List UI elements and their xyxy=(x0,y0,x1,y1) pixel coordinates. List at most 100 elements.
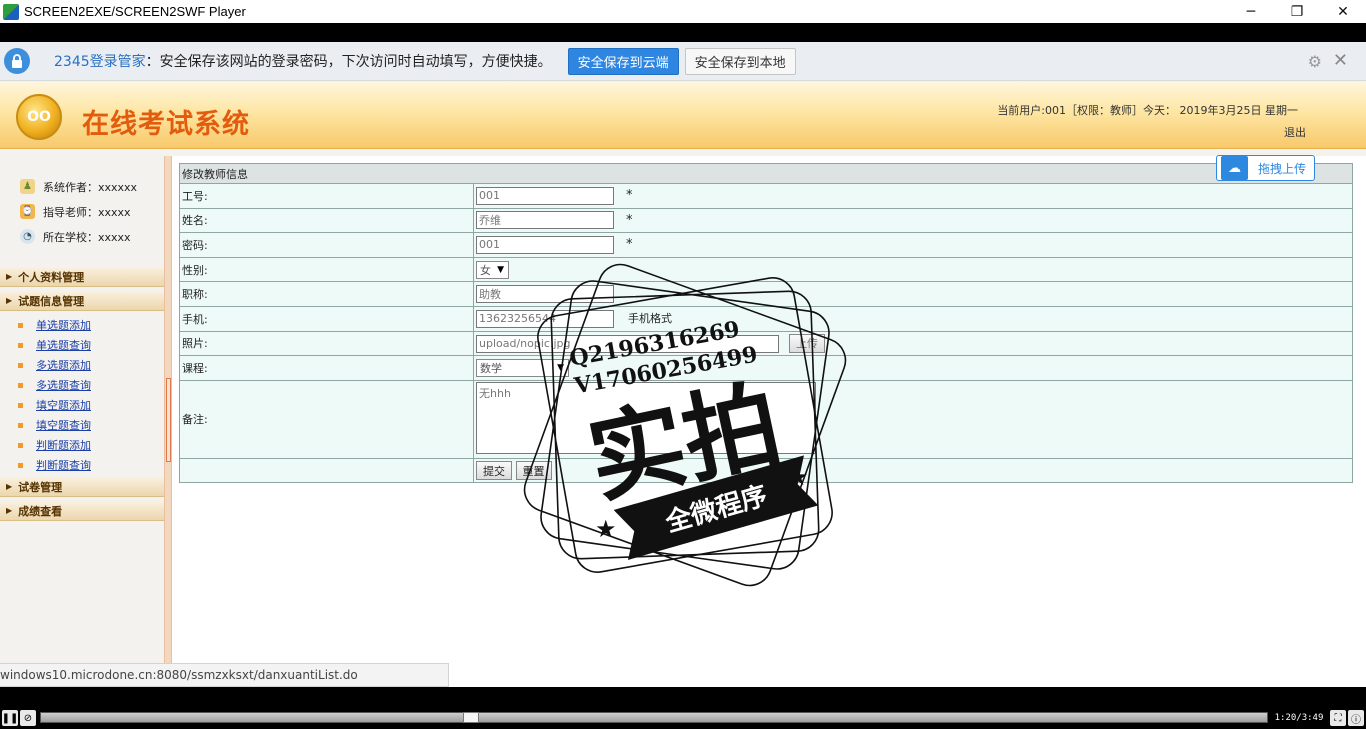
phone-format-hint: 手机格式 xyxy=(628,312,672,326)
reset-button[interactable]: 重置 xyxy=(515,461,552,481)
app-icon xyxy=(3,3,19,20)
course-label: 课程: xyxy=(179,355,474,381)
bullet-icon xyxy=(18,362,23,368)
job-title-label: 职称: xyxy=(179,281,474,307)
form-row-title: 职称: xyxy=(179,281,1353,307)
course-select[interactable]: 数学 ▼ xyxy=(476,358,569,377)
password-manager-bar: 2345登录管家：安全保存该网站的登录密码，下次访问时自动填写，方便快捷。 安全… xyxy=(0,42,1366,81)
upload-button[interactable]: 上传 xyxy=(789,333,825,353)
menu-link[interactable]: 判断题添加 xyxy=(36,437,91,453)
teacher-edit-form: 修改教师信息 工号: * 姓名: * 密码: * 性别: 女▼ 职称: xyxy=(179,163,1353,484)
menu-link[interactable]: 填空题查询 xyxy=(36,417,91,433)
menu-item-judge-add: 判断题添加 xyxy=(0,435,164,455)
progress-thumb[interactable] xyxy=(463,712,479,723)
maximize-button[interactable]: ❐ xyxy=(1274,0,1320,23)
form-row-gender: 性别: 女 ▼ xyxy=(179,256,1353,283)
form-row-actions: 提交 重置 xyxy=(179,457,1353,484)
drag-upload-button[interactable]: ☁ 拖拽上传 xyxy=(1215,155,1315,181)
id-input[interactable] xyxy=(476,186,614,205)
teacher-label: 指导老师：xxxxx xyxy=(43,205,131,219)
player-controls: ❚❚ ⊘ 1:20/3:49 ⛶ ⓘ xyxy=(0,707,1366,729)
actions-spacer xyxy=(179,457,474,484)
author-icon: ♟ xyxy=(20,179,35,194)
sidebar-splitter[interactable] xyxy=(164,156,172,687)
sidebar-info: ♟ 系统作者：xxxxxx ⌚ 指导老师：xxxxx ◔ 所在学校：xxxxx xyxy=(0,156,164,249)
menu-link[interactable]: 单选题查询 xyxy=(36,337,91,353)
progress-track[interactable] xyxy=(40,712,1268,723)
bullet-icon xyxy=(18,382,23,388)
window-title: SCREEN2EXE/SCREEN2SWF Player xyxy=(24,4,246,19)
window-titlebar: SCREEN2EXE/SCREEN2SWF Player ─ ❐ ✕ xyxy=(0,0,1366,23)
logout-link[interactable]: 退出 xyxy=(1284,124,1306,140)
site-header: OO 在线考试系统 当前用户:001［权限：教师］今天： 2019年3月25日 … xyxy=(0,82,1366,149)
password-bar-message: 2345登录管家：安全保存该网站的登录密码，下次访问时自动填写，方便快捷。 xyxy=(54,51,552,71)
site-logo: OO xyxy=(16,94,62,140)
menu-group-scores[interactable]: ▶ 成绩查看 xyxy=(0,501,164,521)
caret-right-icon: ▶ xyxy=(6,506,13,515)
menu-group-label: 个人资料管理 xyxy=(18,270,85,284)
menu-group-label: 成绩查看 xyxy=(18,504,63,518)
browser-viewport: 2345登录管家：安全保存该网站的登录密码，下次访问时自动填写，方便快捷。 安全… xyxy=(0,42,1366,687)
gender-value: 女 xyxy=(480,263,491,277)
menu-item-multi-add: 多选题添加 xyxy=(0,355,164,375)
menu-group-papers[interactable]: ▶ 试卷管理 xyxy=(0,477,164,497)
menu-link[interactable]: 判断题查询 xyxy=(36,457,91,473)
submit-button[interactable]: 提交 xyxy=(476,461,512,481)
form-caption: 修改教师信息 xyxy=(179,163,1353,184)
current-user-info: 当前用户:001［权限：教师］今天： 2019年3月25日 星期一 xyxy=(997,104,1298,117)
bullet-icon xyxy=(18,462,23,468)
dropdown-arrow-icon: ▼ xyxy=(497,264,504,275)
gender-label: 性别: xyxy=(179,256,474,283)
menu-link[interactable]: 多选题查询 xyxy=(36,377,91,393)
save-to-local-button[interactable]: 安全保存到本地 xyxy=(684,47,796,75)
info-button[interactable]: ⓘ xyxy=(1348,710,1364,726)
site-title: 在线考试系统 xyxy=(82,109,250,140)
menu-link[interactable]: 多选题添加 xyxy=(36,357,91,373)
phone-input[interactable] xyxy=(476,309,614,328)
save-to-cloud-button[interactable]: 安全保存到云端 xyxy=(567,47,679,75)
remark-textarea[interactable]: 无hhh xyxy=(476,381,816,454)
remark-label: 备注: xyxy=(179,379,474,459)
mute-button[interactable]: ⊘ xyxy=(20,710,36,726)
bullet-icon xyxy=(18,402,23,408)
menu-link[interactable]: 单选题添加 xyxy=(36,317,91,333)
course-value: 数学 xyxy=(480,361,502,375)
pause-button[interactable]: ❚❚ xyxy=(2,710,18,726)
menu-group-questions[interactable]: ▶ 试题信息管理 xyxy=(0,291,164,311)
close-button[interactable]: ✕ xyxy=(1320,0,1366,23)
menu-link[interactable]: 填空题添加 xyxy=(36,397,91,413)
form-row-course: 课程: 数学 ▼ xyxy=(179,355,1353,381)
author-row: ♟ 系统作者：xxxxxx xyxy=(0,174,164,199)
password-label: 密码: xyxy=(179,232,474,258)
gender-select[interactable]: 女 ▼ xyxy=(476,260,509,279)
menu-group-personal[interactable]: ▶ 个人资料管理 xyxy=(0,267,164,287)
bullet-icon xyxy=(18,342,23,348)
school-icon: ◔ xyxy=(20,229,35,244)
name-input[interactable] xyxy=(476,211,614,230)
photo-label: 照片: xyxy=(179,330,474,357)
required-mark: * xyxy=(626,213,633,229)
menu-group-label: 试题信息管理 xyxy=(18,294,85,308)
photo-path-input[interactable] xyxy=(476,334,779,353)
form-row-password: 密码: * xyxy=(179,232,1353,258)
form-row-photo: 照片: 上传 xyxy=(179,330,1353,357)
password-input[interactable] xyxy=(476,235,614,254)
status-url: windows10.microdone.cn:8080/ssmzxksxt/da… xyxy=(0,663,449,687)
id-label: 工号: xyxy=(179,183,474,209)
main-content: 修改教师信息 工号: * 姓名: * 密码: * 性别: 女▼ 职称: xyxy=(172,155,1366,687)
phone-label: 手机: xyxy=(179,305,474,332)
password-bar-text: ：安全保存该网站的登录密码，下次访问时自动填写，方便快捷。 xyxy=(145,54,552,70)
teacher-icon: ⌚ xyxy=(20,204,35,219)
menu-item-fill-query: 填空题查询 xyxy=(0,415,164,435)
fullscreen-button[interactable]: ⛶ xyxy=(1330,710,1346,726)
drag-upload-label: 拖拽上传 xyxy=(1257,161,1306,176)
job-title-input[interactable] xyxy=(476,285,614,304)
school-row: ◔ 所在学校：xxxxx xyxy=(0,224,164,249)
close-icon[interactable]: ✕ xyxy=(1333,50,1348,71)
gear-icon[interactable]: ⚙ xyxy=(1308,52,1322,71)
form-row-phone: 手机: 手机格式 xyxy=(179,305,1353,332)
caret-right-icon: ▶ xyxy=(6,482,13,491)
splitter-handle[interactable] xyxy=(166,378,171,462)
minimize-button[interactable]: ─ xyxy=(1228,0,1274,23)
menu-item-judge-query: 判断题查询 xyxy=(0,455,164,475)
